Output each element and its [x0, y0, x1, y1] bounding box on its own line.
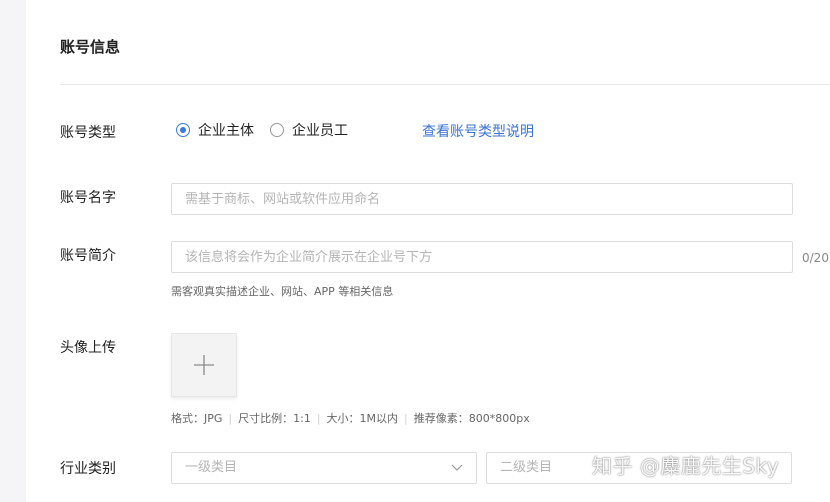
radio-label: 企业员工 — [292, 123, 348, 139]
spec-separator: | — [404, 411, 408, 425]
select-placeholder: 二级类目 — [500, 460, 553, 475]
account-type-radio-group: 企业主体 企业员工 — [176, 120, 348, 140]
account-info-card: 账号信息 账号类型 企业主体 企业员工 查看账号类型说明 账号名字 账号简介 0… — [26, 0, 830, 502]
spec-format: 格式：JPG — [171, 412, 223, 425]
section-title: 账号信息 — [60, 38, 121, 56]
section-divider — [60, 84, 830, 85]
radio-enterprise-employee[interactable]: 企业员工 — [270, 120, 348, 140]
watermark-text: 知乎 @麋鹿先生Sky — [592, 454, 780, 478]
account-intro-label: 账号简介 — [60, 248, 116, 264]
account-intro-hint: 需客观真实描述企业、网站、APP 等相关信息 — [171, 285, 394, 298]
radio-enterprise-entity[interactable]: 企业主体 — [176, 120, 254, 140]
radio-unchecked-icon — [270, 123, 284, 137]
avatar-upload-label: 头像上传 — [60, 340, 116, 356]
radio-label: 企业主体 — [198, 123, 254, 139]
account-type-label: 账号类型 — [60, 125, 116, 141]
account-name-input[interactable] — [171, 183, 793, 215]
plus-icon — [194, 355, 214, 375]
avatar-spec-row: 格式：JPG | 尺寸比例：1:1 | 大小：1M以内 | 推荐像素：800*8… — [171, 410, 530, 426]
avatar-upload-button[interactable] — [171, 333, 237, 397]
account-name-label: 账号名字 — [60, 190, 116, 206]
char-counter: 0/20 — [802, 251, 829, 265]
industry-label: 行业类别 — [60, 461, 116, 477]
spec-ratio: 尺寸比例：1:1 — [238, 412, 311, 425]
select-placeholder: 一级类目 — [185, 460, 238, 475]
primary-category-select[interactable]: 一级类目 — [171, 452, 477, 484]
account-type-help-link[interactable]: 查看账号类型说明 — [422, 121, 534, 141]
spec-separator: | — [228, 411, 233, 425]
spec-pixels: 推荐像素：800*800px — [413, 412, 530, 425]
spec-separator: | — [316, 411, 321, 425]
account-intro-input[interactable] — [171, 241, 793, 273]
radio-checked-icon — [176, 123, 190, 137]
spec-size: 大小：1M以内 — [326, 412, 399, 425]
chevron-down-icon — [451, 464, 463, 471]
